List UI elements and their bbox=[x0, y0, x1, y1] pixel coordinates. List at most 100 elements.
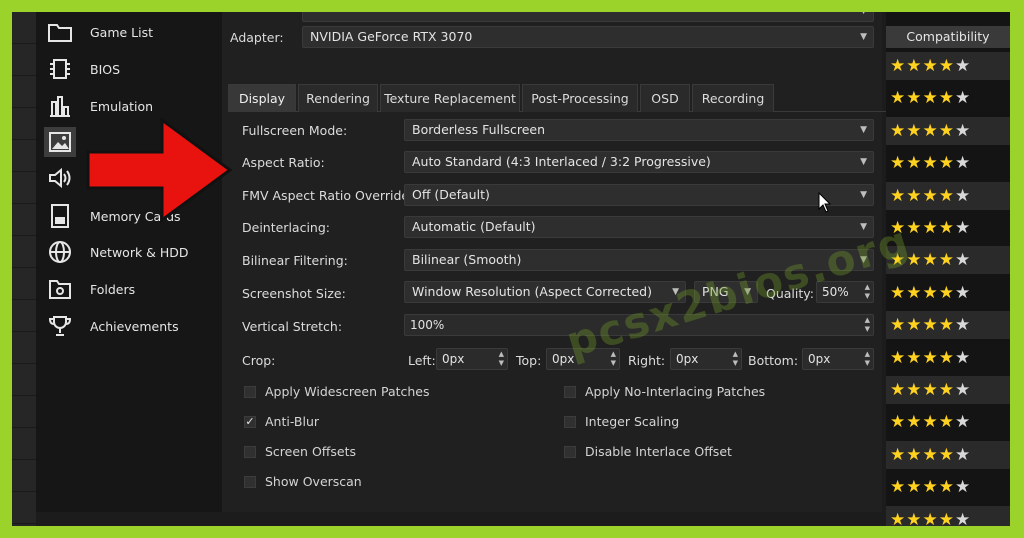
chevron-down-icon: ▼ bbox=[860, 157, 867, 167]
star-icon: ★ bbox=[955, 509, 972, 526]
star-icon: ★ bbox=[906, 412, 923, 433]
crop-bottom-spinbox[interactable]: 0px ▲ ▼ bbox=[802, 348, 874, 370]
sidebar-item-folders[interactable]: Folders bbox=[44, 273, 216, 305]
chevron-down-icon: ▼ bbox=[860, 190, 867, 200]
star-icon: ★ bbox=[906, 218, 923, 238]
spin-arrows-icon[interactable]: ▲ ▼ bbox=[733, 350, 738, 368]
star-icon: ★ bbox=[938, 153, 955, 174]
spin-arrows-icon[interactable]: ▲ ▼ bbox=[499, 350, 504, 368]
star-icon: ★ bbox=[955, 56, 972, 76]
screenshot-size-label: Screenshot Size: bbox=[242, 286, 346, 301]
star-icon: ★ bbox=[938, 88, 955, 109]
star-icon: ★ bbox=[955, 88, 972, 109]
globe-icon bbox=[44, 237, 76, 267]
star-icon: ★ bbox=[890, 412, 907, 433]
aspect-ratio-label: Aspect Ratio: bbox=[242, 155, 325, 170]
checkbox-label: Screen Offsets bbox=[265, 444, 357, 459]
sidebar-item-achievements[interactable]: Achievements bbox=[44, 310, 216, 342]
star-icon: ★ bbox=[922, 412, 939, 433]
checkbox-box[interactable] bbox=[244, 385, 256, 398]
star-icon: ★ bbox=[938, 120, 955, 141]
no-interlacing-patches-checkbox[interactable]: Apply No-Interlacing Patches bbox=[564, 384, 765, 399]
star-icon: ★ bbox=[890, 88, 907, 109]
star-icon: ★ bbox=[906, 315, 923, 336]
compatibility-rating: ★ ★ ★ ★ ★ bbox=[886, 84, 1010, 112]
checkbox-box[interactable] bbox=[244, 445, 256, 458]
fmv-aspect-select[interactable]: Off (Default) ▼ bbox=[404, 184, 874, 206]
sidebar-item-label: Emulation bbox=[90, 98, 154, 114]
renderer-select[interactable]: ▼ bbox=[302, 12, 874, 22]
tab-osd[interactable]: OSD bbox=[640, 84, 690, 112]
aspect-ratio-select[interactable]: Auto Standard (4:3 Interlaced / 3:2 Prog… bbox=[404, 151, 874, 173]
crop-left-spinbox[interactable]: 0px ▲ ▼ bbox=[436, 348, 508, 370]
star-icon: ★ bbox=[922, 444, 939, 465]
spin-arrows-icon[interactable]: ▲ ▼ bbox=[865, 316, 870, 334]
checkbox-label: Integer Scaling bbox=[585, 414, 680, 429]
star-icon: ★ bbox=[938, 250, 955, 271]
star-icon: ★ bbox=[955, 315, 972, 336]
tab-texture-replacement[interactable]: Texture Replacement bbox=[380, 84, 520, 112]
crop-top-label: Top: bbox=[516, 353, 542, 368]
sidebar-item-bios[interactable]: BIOS bbox=[44, 53, 216, 85]
star-icon: ★ bbox=[922, 250, 939, 271]
deinterlacing-label: Deinterlacing: bbox=[242, 220, 330, 235]
star-icon: ★ bbox=[890, 120, 907, 141]
star-icon: ★ bbox=[922, 120, 939, 141]
star-icon: ★ bbox=[955, 282, 972, 303]
star-icon: ★ bbox=[922, 88, 939, 109]
compatibility-header[interactable]: Compatibility bbox=[886, 26, 1010, 48]
fullscreen-mode-select[interactable]: Borderless Fullscreen ▼ bbox=[404, 119, 874, 141]
adapter-select[interactable]: NVIDIA GeForce RTX 3070 ▼ bbox=[302, 26, 874, 48]
star-icon: ★ bbox=[890, 315, 907, 336]
checkbox-box[interactable] bbox=[244, 475, 256, 488]
star-icon: ★ bbox=[890, 380, 907, 400]
disable-interlace-offset-checkbox[interactable]: Disable Interlace Offset bbox=[564, 444, 732, 459]
checkbox-label: Apply Widescreen Patches bbox=[265, 384, 430, 399]
star-icon: ★ bbox=[906, 477, 923, 498]
star-icon: ★ bbox=[890, 347, 907, 368]
star-icon: ★ bbox=[906, 444, 923, 465]
compatibility-rating: ★ ★ ★ ★ ★ bbox=[886, 279, 1010, 307]
crop-bottom-value: 0px bbox=[808, 352, 831, 366]
settings-tabs: Display Rendering Texture Replacement Po… bbox=[228, 84, 888, 112]
screen-offsets-checkbox[interactable]: Screen Offsets bbox=[244, 444, 356, 459]
checkbox-box[interactable] bbox=[564, 415, 576, 428]
star-icon: ★ bbox=[922, 509, 939, 526]
anti-blur-checkbox[interactable]: ✓ Anti-Blur bbox=[244, 414, 319, 429]
crop-left-label: Left: bbox=[408, 353, 436, 368]
background-game-list bbox=[12, 12, 36, 526]
fullscreen-mode-value: Borderless Fullscreen bbox=[412, 122, 545, 137]
chevron-down-icon: ▼ bbox=[860, 125, 867, 135]
tab-recording[interactable]: Recording bbox=[692, 84, 774, 112]
widescreen-patches-checkbox[interactable]: Apply Widescreen Patches bbox=[244, 384, 430, 399]
trophy-icon bbox=[44, 311, 76, 341]
deinterlacing-value: Automatic (Default) bbox=[412, 219, 536, 234]
deinterlacing-select[interactable]: Automatic (Default) ▼ bbox=[404, 216, 874, 238]
spin-arrows-icon[interactable]: ▲ ▼ bbox=[865, 350, 870, 368]
tab-post-processing[interactable]: Post-Processing bbox=[522, 84, 638, 112]
sidebar-item-label: BIOS bbox=[90, 61, 121, 77]
crop-right-label: Right: bbox=[628, 353, 666, 368]
star-icon: ★ bbox=[922, 56, 939, 76]
sidebar-item-label: Folders bbox=[90, 281, 136, 297]
tab-display[interactable]: Display bbox=[228, 84, 296, 112]
spin-arrows-icon[interactable]: ▲ ▼ bbox=[865, 283, 870, 301]
sidebar-item-game-list[interactable]: Game List bbox=[44, 16, 216, 48]
checkmark-icon[interactable]: ✓ bbox=[244, 415, 256, 428]
crop-right-spinbox[interactable]: 0px ▲ ▼ bbox=[670, 348, 742, 370]
star-icon: ★ bbox=[906, 282, 923, 303]
checkbox-box[interactable] bbox=[564, 385, 576, 398]
adapter-value: NVIDIA GeForce RTX 3070 bbox=[310, 29, 473, 44]
tab-rendering[interactable]: Rendering bbox=[298, 84, 378, 112]
checkbox-box[interactable] bbox=[564, 445, 576, 458]
sidebar-item-network-hdd[interactable]: Network & HDD bbox=[44, 236, 216, 268]
star-icon: ★ bbox=[938, 185, 955, 206]
show-overscan-checkbox[interactable]: Show Overscan bbox=[244, 474, 362, 489]
folder-icon bbox=[44, 17, 76, 47]
star-icon: ★ bbox=[955, 444, 972, 465]
bilinear-filtering-label: Bilinear Filtering: bbox=[242, 253, 348, 268]
emulation-icon bbox=[44, 91, 76, 121]
star-icon: ★ bbox=[955, 218, 972, 238]
compatibility-rating: ★ ★ ★ ★ ★ bbox=[886, 52, 1010, 80]
integer-scaling-checkbox[interactable]: Integer Scaling bbox=[564, 414, 679, 429]
